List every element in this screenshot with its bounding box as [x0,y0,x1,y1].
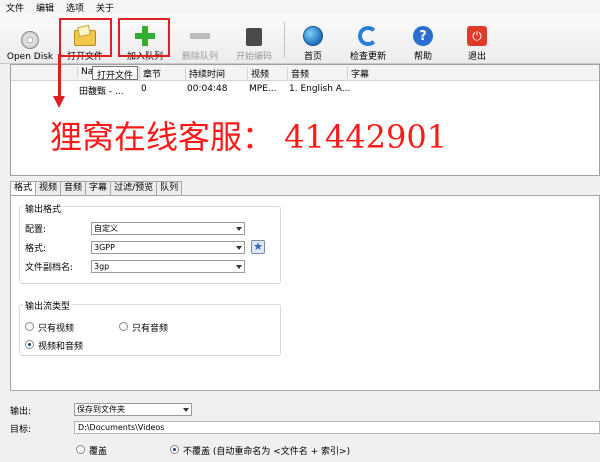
tooltip: 打开文件 [92,66,139,81]
target-label: 目标: [10,425,32,435]
highlight-add-queue [118,18,170,57]
tab-format[interactable]: 格式 [10,181,37,196]
audio-only-label: 只有音频 [132,324,169,334]
stream-type-title: 输出流类型 [23,299,73,312]
favorite-star-button[interactable]: ★ [251,240,265,254]
watermark-text: 狸窝在线客服： 41442901 [50,118,448,156]
column-subtitle[interactable]: 字幕 [347,67,369,80]
format-tab-panel: 输出格式 配置: 自定义 格式: 3GPP ★ 文件副档名: 3gp 输出流类型… [10,195,600,391]
exit-button[interactable]: ⏻ 退出 [460,18,494,62]
video-audio-label: 视频和音频 [38,342,84,352]
preset-value: 自定义 [94,224,118,233]
extension-value: 3gp [94,262,110,271]
overwrite-radio[interactable] [76,445,85,454]
home-label: 首页 [303,52,322,62]
video-audio-radio[interactable] [25,340,34,349]
output-format-title: 输出格式 [23,202,64,215]
column-chapter[interactable]: 章节 [139,67,161,80]
menu-options[interactable]: 选项 [66,1,84,14]
power-icon: ⏻ [467,26,487,46]
output-select[interactable]: 保存到文件夹 [74,403,192,416]
menu-file[interactable]: 文件 [6,1,24,14]
format-value: 3GPP [94,243,115,252]
row-name: 田馥甄 - ... [79,87,124,97]
chevron-down-icon [236,246,242,250]
menu-about[interactable]: 关于 [96,1,114,14]
no-overwrite-radio[interactable] [170,445,179,454]
open-disk-label: Open Disk [6,52,54,62]
column-duration[interactable]: 持续时间 [185,67,225,80]
overwrite-label: 覆盖 [89,447,108,457]
home-button[interactable]: 首页 [296,18,330,62]
start-encode-label: 开始编码 [235,52,272,62]
output-label: 输出: [10,407,32,417]
check-update-button[interactable]: 检查更新 [344,18,392,62]
open-disk-button[interactable]: Open Disk [4,18,56,62]
tab-queue[interactable]: 队列 [156,181,183,195]
row-duration: 00:04:48 [187,84,228,94]
table-row[interactable]: 田馥甄 - ... 0 00:04:48 MPE... 1. English A… [11,83,599,97]
help-icon: ? [413,26,433,46]
format-label: 格式: [25,244,47,254]
extension-label: 文件副档名: [25,263,74,273]
chevron-down-icon [236,265,242,269]
preset-select[interactable]: 自定义 [91,222,245,235]
video-only-radio[interactable] [25,322,34,331]
refresh-icon [358,26,378,46]
disc-icon [21,31,39,49]
tab-subtitle[interactable]: 字幕 [85,181,112,195]
settings-tabs: 格式 视频 音频 字幕 过滤/预览 队列 [10,181,183,196]
help-label: 帮助 [413,52,432,62]
annotation-arrow [58,54,61,98]
check-update-label: 检查更新 [349,52,386,62]
format-select[interactable]: 3GPP [91,241,245,254]
chevron-down-icon [236,227,242,231]
row-audio: 1. English A... [289,84,351,94]
remove-queue-label: 删除队列 [181,52,218,62]
remove-queue-button[interactable]: 删除队列 [176,18,224,62]
extension-select[interactable]: 3gp [91,260,245,273]
column-video[interactable]: 视频 [247,67,269,80]
toolbar-separator [284,22,285,58]
menu-bar: 文件 编辑 选项 关于 [0,0,600,14]
film-icon [246,28,262,46]
start-encode-button[interactable]: 开始编码 [230,18,278,62]
target-path-input[interactable]: D:\Documents\Videos [74,421,600,434]
column-audio[interactable]: 音频 [287,67,309,80]
chevron-down-icon [183,408,189,412]
no-overwrite-label: 不覆盖 (自动重命名为 <文件名 + 索引>) [183,447,351,457]
row-video: MPE... [249,84,277,94]
annotation-arrow-head [53,96,65,108]
tab-filter-preview[interactable]: 过滤/预览 [110,181,158,195]
output-value: 保存到文件夹 [77,405,125,414]
exit-label: 退出 [467,52,486,62]
preset-label: 配置: [25,225,47,235]
minus-icon [190,33,210,39]
tab-audio[interactable]: 音频 [60,181,87,195]
highlight-open-file [59,18,112,57]
row-chapter: 0 [141,84,147,94]
audio-only-radio[interactable] [119,322,128,331]
menu-edit[interactable]: 编辑 [36,1,54,14]
globe-icon [303,26,323,46]
tab-video[interactable]: 视频 [35,181,62,195]
video-only-label: 只有视频 [38,324,75,334]
help-button[interactable]: ? 帮助 [406,18,440,62]
